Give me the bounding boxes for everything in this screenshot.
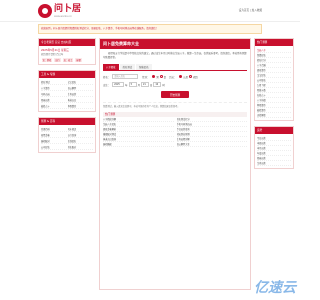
- tab-naming[interactable]: 智能起名: [136, 64, 152, 71]
- right-link[interactable]: 灵签解签: [257, 113, 291, 118]
- more-link[interactable]: 属相配对: [41, 139, 67, 144]
- calendar-lunar-label: 农历: [193, 75, 198, 79]
- day-select[interactable]: 21: [140, 82, 149, 88]
- more-link[interactable]: 在线起名: [67, 139, 93, 144]
- tool-link[interactable]: 周公解梦: [67, 86, 93, 91]
- logo-text: 问卜居: [54, 3, 82, 14]
- birth-label: 出生：: [103, 83, 111, 87]
- right-title-1: 热门测算: [255, 39, 293, 46]
- calendar-tag: 宜：祭祀: [41, 57, 53, 62]
- gender-male-label: 男: [156, 75, 159, 79]
- hour-unit: 时: [162, 83, 165, 87]
- more-link[interactable]: 命理百科: [41, 127, 67, 132]
- tool-link[interactable]: 姓名测试: [41, 80, 67, 85]
- birth-row: 出生： 2025 年 5 月 21 日 10 时: [103, 82, 247, 88]
- main-panel: 问卜居免费算命大全 易经和五行学说是中华传统文化的瑰宝，通过出生年月日时排出生辰…: [99, 38, 251, 290]
- calendar-type-label: 历法：: [169, 75, 177, 79]
- tools-box: 工具 & 专题 姓名测试 宝宝起名 八字算命 周公解梦 号码吉凶 生肖运势 星座…: [38, 70, 96, 112]
- calendar-tag: 出行: [54, 57, 61, 62]
- header-links[interactable]: 设为首页 | 加入收藏: [239, 8, 262, 12]
- calendar-box: 今日老黄历 宜忌 吉凶时辰 2025年5月21日 星期三 农历四月廿四 乙巳年 …: [38, 38, 96, 65]
- tool-link[interactable]: 生肖运势: [67, 92, 93, 97]
- more-box: 测算 & 百科 命理百科 风水知识 易经卦象 五行查询 属相配对 在线起名 公司…: [38, 117, 96, 153]
- gender-female-radio[interactable]: [159, 75, 163, 79]
- logo-url: www.wenbu.cn: [54, 14, 72, 18]
- intro-text: 易经和五行学说是中华传统文化的瑰宝，通过出生年月日时排出生辰八字，推算一生命运，…: [103, 52, 247, 60]
- tool-link[interactable]: 黄道吉日: [67, 98, 93, 103]
- right-box-2: 运势 今日运势 本周运势 本月运势 年度运势 星座运势 生肖运势: [254, 126, 294, 169]
- calendar-solar-label: 公历: [183, 75, 189, 79]
- more-link[interactable]: 公司起名: [41, 145, 67, 150]
- main-title: 问卜居免费算命大全: [100, 39, 250, 49]
- form-tabs: 八字精批 姓名测试 智能起名: [103, 64, 247, 72]
- top-header: 问卜居 www.wenbu.cn 设为首页 | 加入收藏: [0, 0, 300, 22]
- tab-bazi[interactable]: 八字精批: [103, 64, 119, 71]
- month-select[interactable]: 5: [128, 82, 137, 88]
- watermark-logo: 亿速云: [254, 280, 296, 296]
- more-title: 测算 & 百科: [39, 118, 95, 125]
- month-unit: 月: [137, 83, 140, 87]
- more-link[interactable]: 风水知识: [67, 127, 93, 132]
- logo-icon: [38, 4, 52, 18]
- site-logo[interactable]: 问卜居 www.wenbu.cn: [38, 4, 81, 18]
- calendar-lunar-radio[interactable]: [189, 75, 193, 79]
- right-link[interactable]: 生肖运势: [257, 161, 291, 166]
- right-title-2: 运势: [255, 127, 293, 134]
- year-select[interactable]: 2025: [112, 82, 125, 88]
- gender-male-radio[interactable]: [152, 75, 156, 79]
- popular-list: 八字精批详解 姓名测试打分 生辰八字起名 手机号码测吉凶 周易卦象解析 今日运势…: [103, 117, 247, 147]
- name-input[interactable]: 请输入姓名: [112, 74, 139, 80]
- name-label: 姓名：: [103, 75, 111, 79]
- name-row: 姓名： 请输入姓名 性别： 男 女 历法： 公历 农历: [103, 74, 247, 80]
- right-sidebar: 热门测算 生辰八字 免费起名 姓名打分 八字合婚 周易算命 宝宝起名 公司取名 …: [254, 38, 294, 174]
- hour-select[interactable]: 10: [153, 82, 162, 88]
- calendar-tag: 忌：动土: [62, 57, 74, 62]
- more-link[interactable]: 易经卦象: [41, 133, 67, 138]
- list-item[interactable]: 属相婚配: [103, 142, 174, 147]
- tool-link[interactable]: 宝宝起名: [67, 80, 93, 85]
- year-unit: 年: [125, 83, 128, 87]
- calendar-title: 今日老黄历 宜忌 吉凶时辰: [39, 39, 95, 46]
- day-unit: 日: [149, 83, 153, 87]
- tool-link[interactable]: 称骨算命: [67, 104, 93, 109]
- tools-title: 工具 & 专题: [39, 71, 95, 78]
- calendar-tag: 嫁娶: [75, 57, 82, 62]
- tool-link[interactable]: 八字算命: [41, 86, 67, 91]
- tool-link[interactable]: 抽签占卜: [41, 104, 67, 109]
- right-box-1: 热门测算 生辰八字 免费起名 姓名打分 八字合婚 周易算命 宝宝起名 公司取名 …: [254, 38, 294, 121]
- gender-female-label: 女: [163, 75, 167, 79]
- disclaimer-text: 免费测试，输入真实信息即可，本站不保存任何个人信息，测算结果仅供参考。: [103, 102, 247, 109]
- tool-link[interactable]: 号码吉凶: [41, 92, 67, 97]
- calendar-solar-radio[interactable]: [179, 75, 183, 79]
- list-item[interactable]: 周公解梦大全: [176, 142, 247, 147]
- more-link[interactable]: 姓名配对: [67, 145, 93, 150]
- gender-label: 性别：: [142, 75, 150, 79]
- notice-bar: 欢迎来到，问卜居为您提供免费姓名测试打分、周易起名、八字算命、手机号码测吉凶等在…: [38, 24, 262, 34]
- submit-button[interactable]: 开始测算: [161, 91, 189, 99]
- left-sidebar: 今日老黄历 宜忌 吉凶时辰 2025年5月21日 星期三 农历四月廿四 乙巳年 …: [38, 38, 96, 158]
- tool-link[interactable]: 星座运势: [41, 98, 67, 103]
- tab-name-test[interactable]: 姓名测试: [119, 64, 136, 71]
- more-link[interactable]: 五行查询: [67, 133, 93, 138]
